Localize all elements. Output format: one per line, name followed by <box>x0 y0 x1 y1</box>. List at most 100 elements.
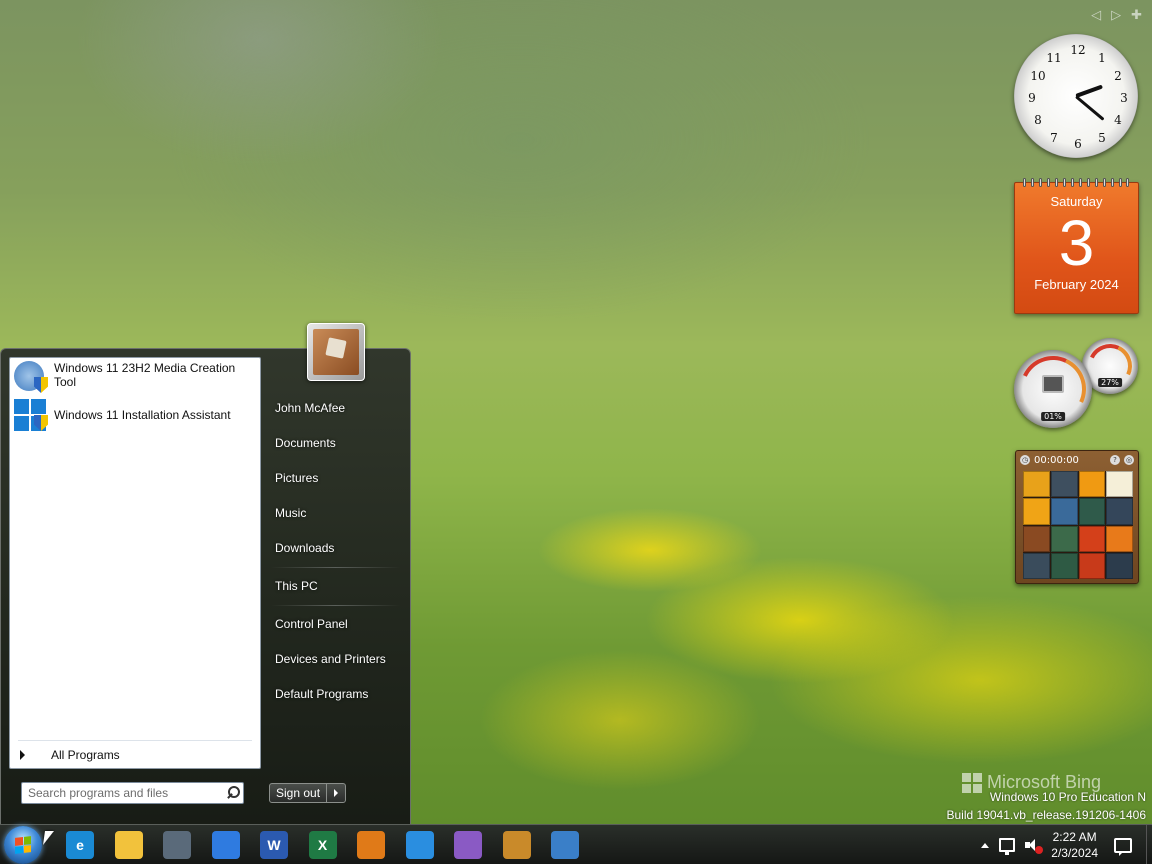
action-center-icon[interactable] <box>1114 837 1132 856</box>
cpu-meter-value: 01% <box>1041 412 1065 421</box>
clock-number-3: 3 <box>1120 91 1128 105</box>
taskbar-time: 2:22 AM <box>1052 830 1097 844</box>
puzzle-grid[interactable] <box>1023 471 1133 579</box>
visual-studio-icon[interactable] <box>454 831 482 859</box>
user-picture-icon <box>313 329 359 375</box>
place-control-panel[interactable]: Control Panel <box>263 607 408 642</box>
build-watermark: Build 19041.vb_release.191206-1406 <box>946 808 1147 822</box>
puzzle-tile[interactable] <box>1050 471 1078 498</box>
place-documents[interactable]: Documents <box>263 426 408 461</box>
taskbar-date: 2/3/2024 <box>1051 846 1098 860</box>
gadget-next-icon[interactable]: ▷ <box>1111 8 1121 23</box>
cpu-chip-icon <box>1042 375 1064 393</box>
place-this-pc[interactable]: This PC <box>263 569 408 604</box>
places-separator <box>271 567 400 568</box>
clock-number-5: 5 <box>1098 131 1106 145</box>
puzzle-tile[interactable] <box>1078 498 1106 525</box>
start-places-pane: John McAfee Documents Pictures Music Dow… <box>263 391 408 712</box>
places-separator <box>271 605 400 606</box>
search-tool-icon[interactable] <box>357 831 385 859</box>
show-desktop-button[interactable] <box>1146 825 1152 864</box>
gadget-controls: ◁ ▷ ✚ <box>1091 8 1142 23</box>
puzzle-tile[interactable] <box>1106 525 1133 552</box>
network-icon[interactable] <box>999 838 1016 855</box>
remote-desktop-icon[interactable] <box>551 831 579 859</box>
puzzle-tile[interactable] <box>1050 525 1078 552</box>
program-media-creation-tool[interactable]: Windows 11 23H2 Media Creation Tool <box>10 358 260 396</box>
volume-muted-icon[interactable] <box>1025 838 1044 854</box>
clock-number-10: 10 <box>1030 69 1046 83</box>
user-avatar[interactable] <box>307 323 365 381</box>
cpu-meter-gauge[interactable]: 01% <box>1010 346 1096 432</box>
search-icon[interactable] <box>223 783 243 803</box>
place-downloads[interactable]: Downloads <box>263 531 408 566</box>
gadget-prev-icon[interactable]: ◁ <box>1091 8 1101 23</box>
puzzle-tile[interactable] <box>1023 471 1050 498</box>
all-programs-label: All Programs <box>51 748 120 762</box>
puzzle-toolbar: ◷ 00:00:00 ? ◎ <box>1016 451 1138 469</box>
app-tile-icon[interactable] <box>502 831 531 859</box>
puzzle-help-icon[interactable]: ? <box>1110 455 1120 465</box>
puzzle-tile[interactable] <box>1078 552 1106 579</box>
steam-icon[interactable] <box>163 831 191 859</box>
puzzle-tile[interactable] <box>1078 525 1106 552</box>
file-explorer-icon[interactable] <box>114 831 143 859</box>
sign-out-button-group: Sign out <box>269 783 347 803</box>
puzzle-tile[interactable] <box>1050 498 1078 525</box>
clock-number-8: 8 <box>1034 113 1042 127</box>
programs-separator <box>18 740 252 741</box>
place-default-programs[interactable]: Default Programs <box>263 677 408 712</box>
place-music[interactable]: Music <box>263 496 408 531</box>
start-programs-pane: Windows 11 23H2 Media Creation Tool Wind… <box>9 357 261 769</box>
all-programs-button[interactable]: All Programs <box>20 748 120 762</box>
program-installation-assistant[interactable]: Windows 11 Installation Assistant <box>10 396 260 434</box>
clock-number-6: 6 <box>1074 137 1082 151</box>
chevron-right-icon <box>20 750 25 760</box>
clock-number-11: 11 <box>1046 51 1062 65</box>
taskbar: e WX 2:22 AM 2/3/2024 <box>0 824 1152 864</box>
windows-flag-icon <box>15 836 31 854</box>
clock-number-1: 1 <box>1098 51 1106 65</box>
start-button[interactable] <box>4 826 42 864</box>
edge-icon[interactable]: e <box>66 831 94 859</box>
clock-number-12: 12 <box>1070 43 1086 57</box>
chrome-icon[interactable] <box>211 831 240 859</box>
place-pictures[interactable]: Pictures <box>263 461 408 496</box>
excel-icon[interactable]: X <box>308 831 337 859</box>
puzzle-tile[interactable] <box>1023 498 1050 525</box>
place-user[interactable]: John McAfee <box>263 391 408 426</box>
place-devices-and-printers[interactable]: Devices and Printers <box>263 642 408 677</box>
picture-puzzle-gadget[interactable]: ◷ 00:00:00 ? ◎ <box>1015 450 1139 584</box>
calendar-gadget[interactable]: Saturday 3 February 2024 <box>1014 178 1139 314</box>
program-label: Windows 11 23H2 Media Creation Tool <box>54 361 236 389</box>
sign-out-button[interactable]: Sign out <box>270 784 328 802</box>
windows-logo-icon <box>962 772 982 793</box>
puzzle-tile[interactable] <box>1106 471 1133 498</box>
puzzle-tile[interactable] <box>1050 552 1078 579</box>
vscode-icon[interactable] <box>405 831 434 859</box>
gadget-add-icon[interactable]: ✚ <box>1131 8 1142 23</box>
memory-meter-value: 27% <box>1098 378 1122 387</box>
puzzle-shuffle-icon[interactable]: ◎ <box>1124 455 1134 465</box>
clock-number-7: 7 <box>1050 131 1058 145</box>
puzzle-tile[interactable] <box>1106 498 1133 525</box>
puzzle-tile[interactable] <box>1023 525 1050 552</box>
search-box[interactable] <box>21 782 244 804</box>
calendar-date: 3 <box>1058 207 1095 279</box>
puzzle-tile[interactable] <box>1078 471 1106 498</box>
clock-gadget[interactable]: 12 1 2 3 4 5 6 7 8 9 10 11 <box>1014 34 1138 158</box>
edition-watermark: Windows 10 Pro Education N <box>989 790 1146 804</box>
puzzle-timer: 00:00:00 <box>1034 454 1079 466</box>
search-input[interactable] <box>22 783 223 803</box>
shutdown-options-icon[interactable] <box>327 784 345 802</box>
show-hidden-icons[interactable] <box>981 842 990 848</box>
puzzle-tile[interactable] <box>1023 552 1050 579</box>
program-label: Windows 11 Installation Assistant <box>54 408 231 422</box>
calendar-month-year: February 2024 <box>1034 277 1119 292</box>
taskbar-clock[interactable]: 2:22 AM 2/3/2024 <box>1051 829 1098 861</box>
system-tray: 2:22 AM 2/3/2024 <box>981 825 1152 864</box>
windows11-icon <box>14 399 48 431</box>
puzzle-tile[interactable] <box>1106 552 1133 579</box>
puzzle-timer-icon[interactable]: ◷ <box>1020 455 1030 465</box>
word-icon[interactable]: W <box>260 831 288 859</box>
